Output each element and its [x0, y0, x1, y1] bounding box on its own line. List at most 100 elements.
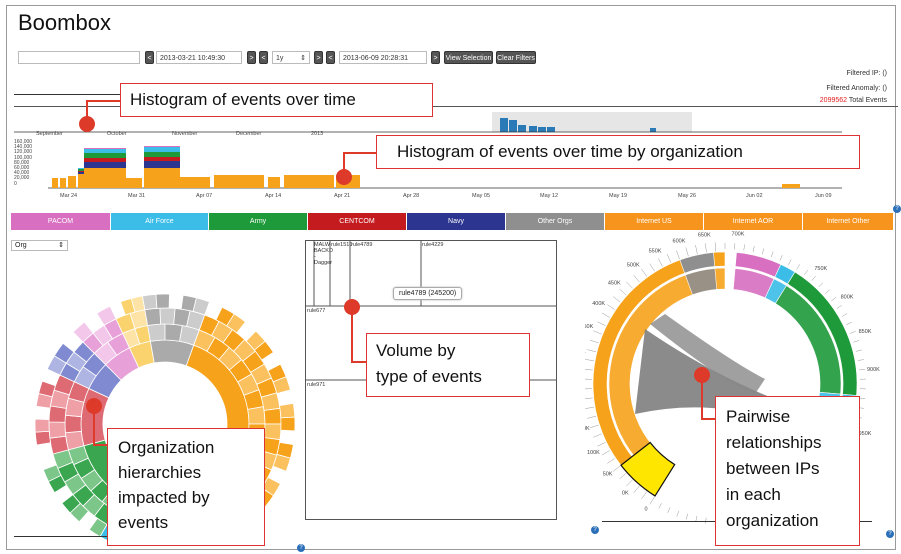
chord-highlight-arc	[620, 441, 676, 497]
help-icon[interactable]: ?	[886, 530, 894, 538]
start-next-button[interactable]: >	[247, 51, 256, 64]
chord-tick-label: 600K	[673, 238, 686, 244]
detail-bar-segment	[150, 157, 156, 161]
callout-leader	[343, 152, 345, 170]
sunburst-segment	[263, 407, 282, 425]
detail-bar-segment	[84, 149, 90, 153]
detail-bar-segment	[96, 149, 102, 153]
start-prev-button[interactable]: <	[145, 51, 154, 64]
org-filter-button[interactable]: Navy	[407, 213, 506, 230]
org-filter-button[interactable]: Army	[209, 213, 308, 230]
detail-bar-segment	[174, 147, 180, 152]
treemap-cell-label[interactable]: rule971	[307, 382, 325, 388]
help-icon[interactable]: ?	[297, 544, 305, 552]
end-datetime-field[interactable]: 2013-06-09 20:28:31	[339, 51, 427, 64]
detail-bar-segment	[120, 168, 126, 188]
treemap-cell-label[interactable]: rule677	[307, 308, 325, 314]
end-next-button[interactable]: >	[431, 51, 440, 64]
overview-bar	[529, 126, 537, 132]
callout-marker	[336, 169, 352, 185]
chord-tick-mark	[704, 243, 707, 253]
detail-bar-segment	[144, 147, 150, 152]
overview-tick: December	[236, 131, 262, 137]
detail-bar-segment	[78, 168, 84, 169]
chord-tick-label: 650K	[698, 232, 711, 238]
detail-bar-segment	[90, 168, 96, 188]
end-prev-button[interactable]: <	[326, 51, 335, 64]
chord-tick-mark	[658, 503, 662, 509]
sunburst-segment	[34, 430, 51, 446]
total-events-status: 2099562 Total Events	[820, 97, 887, 104]
detail-x-tick: May 05	[472, 193, 491, 199]
total-events-count: 2099562	[819, 97, 848, 104]
detail-bar-segment	[90, 148, 96, 149]
detail-bar-segment	[84, 158, 90, 162]
range-prev-button[interactable]: <	[259, 51, 268, 64]
detail-x-tick: May 12	[540, 193, 559, 199]
range-next-button[interactable]: >	[314, 51, 323, 64]
clear-filters-button[interactable]: Clear Filters	[496, 51, 536, 64]
org-filter-button[interactable]: Air Force	[111, 213, 209, 230]
detail-bar-segment	[84, 148, 90, 149]
chord-tick-mark	[649, 496, 655, 505]
search-input[interactable]	[18, 51, 140, 64]
help-icon[interactable]: ?	[893, 205, 901, 213]
chord-tick-label: 300K	[585, 349, 586, 355]
detail-bar-segment	[126, 178, 142, 188]
filtered-anomaly-status: Filtered Anomaly: ()	[826, 85, 887, 92]
detail-bar-segment	[102, 158, 108, 162]
detail-x-tick: May 19	[609, 193, 628, 199]
detail-bar-segment	[60, 178, 66, 188]
org-filter-button[interactable]: PACOM	[11, 213, 111, 230]
detail-bar-segment	[84, 153, 90, 158]
chord-tick-mark	[685, 247, 689, 257]
chord-tick-mark	[850, 330, 856, 334]
detail-bar-segment	[90, 158, 96, 162]
detail-bar-segment	[90, 153, 96, 158]
start-datetime-field[interactable]: 2013-03-21 10:49:30	[156, 51, 242, 64]
view-selection-button[interactable]: View Selection	[444, 51, 493, 64]
chord-tick-mark	[587, 415, 597, 419]
chord-tick-mark	[667, 507, 671, 513]
chord-tick-mark	[607, 304, 615, 310]
chord-tick-mark	[601, 312, 610, 318]
detail-bar-segment	[162, 152, 168, 157]
chord-tick-mark	[585, 397, 593, 399]
callout-leader	[701, 418, 716, 420]
sunburst-segment	[34, 418, 50, 433]
chord-tick-label: 750K	[814, 266, 827, 272]
chord-tick-mark	[597, 442, 606, 447]
detail-x-tick: Jun 09	[815, 193, 832, 199]
treemap-cell-label[interactable]: rule1510	[331, 242, 352, 248]
range-select[interactable]: 1y ⇕	[272, 51, 310, 64]
detail-bar-segment	[108, 148, 114, 149]
detail-bar-segment	[168, 157, 174, 161]
callout-leader	[351, 312, 353, 363]
detail-bar-segment	[144, 152, 150, 157]
overview-bar	[500, 118, 508, 132]
detail-bar-segment	[102, 168, 108, 188]
chord-tick-mark	[857, 359, 864, 361]
detail-bar-segment	[156, 152, 162, 157]
detail-bar-segment	[68, 176, 76, 188]
detail-bar-segment	[162, 157, 168, 161]
chord-tick-mark	[788, 259, 792, 265]
org-filter-button[interactable]: CENTCOM	[308, 213, 407, 230]
detail-bar-segment	[156, 161, 162, 168]
chord-tick-label: 350K	[585, 324, 594, 330]
overview-tick: October	[107, 131, 127, 137]
chord-tick-label: 100K	[587, 450, 600, 456]
callout-pairwise-line: in each	[726, 485, 781, 504]
detail-bar-segment	[96, 168, 102, 188]
treemap-cell-label[interactable]: rule4229	[422, 242, 443, 248]
chord-tick-mark	[796, 264, 800, 270]
treemap-cell-label[interactable]: rule4789	[351, 242, 372, 248]
chord-tick-mark	[667, 254, 672, 263]
treemap-cell-label[interactable]: MALW BACKD - Dagger	[314, 242, 333, 266]
sunburst-segment	[279, 402, 296, 419]
callout-leader	[93, 412, 95, 446]
chord-tick-label: 700K	[732, 232, 745, 238]
sunburst-segment	[159, 307, 176, 325]
detail-bar-segment	[120, 148, 126, 149]
chord-tick-mark	[626, 479, 633, 487]
